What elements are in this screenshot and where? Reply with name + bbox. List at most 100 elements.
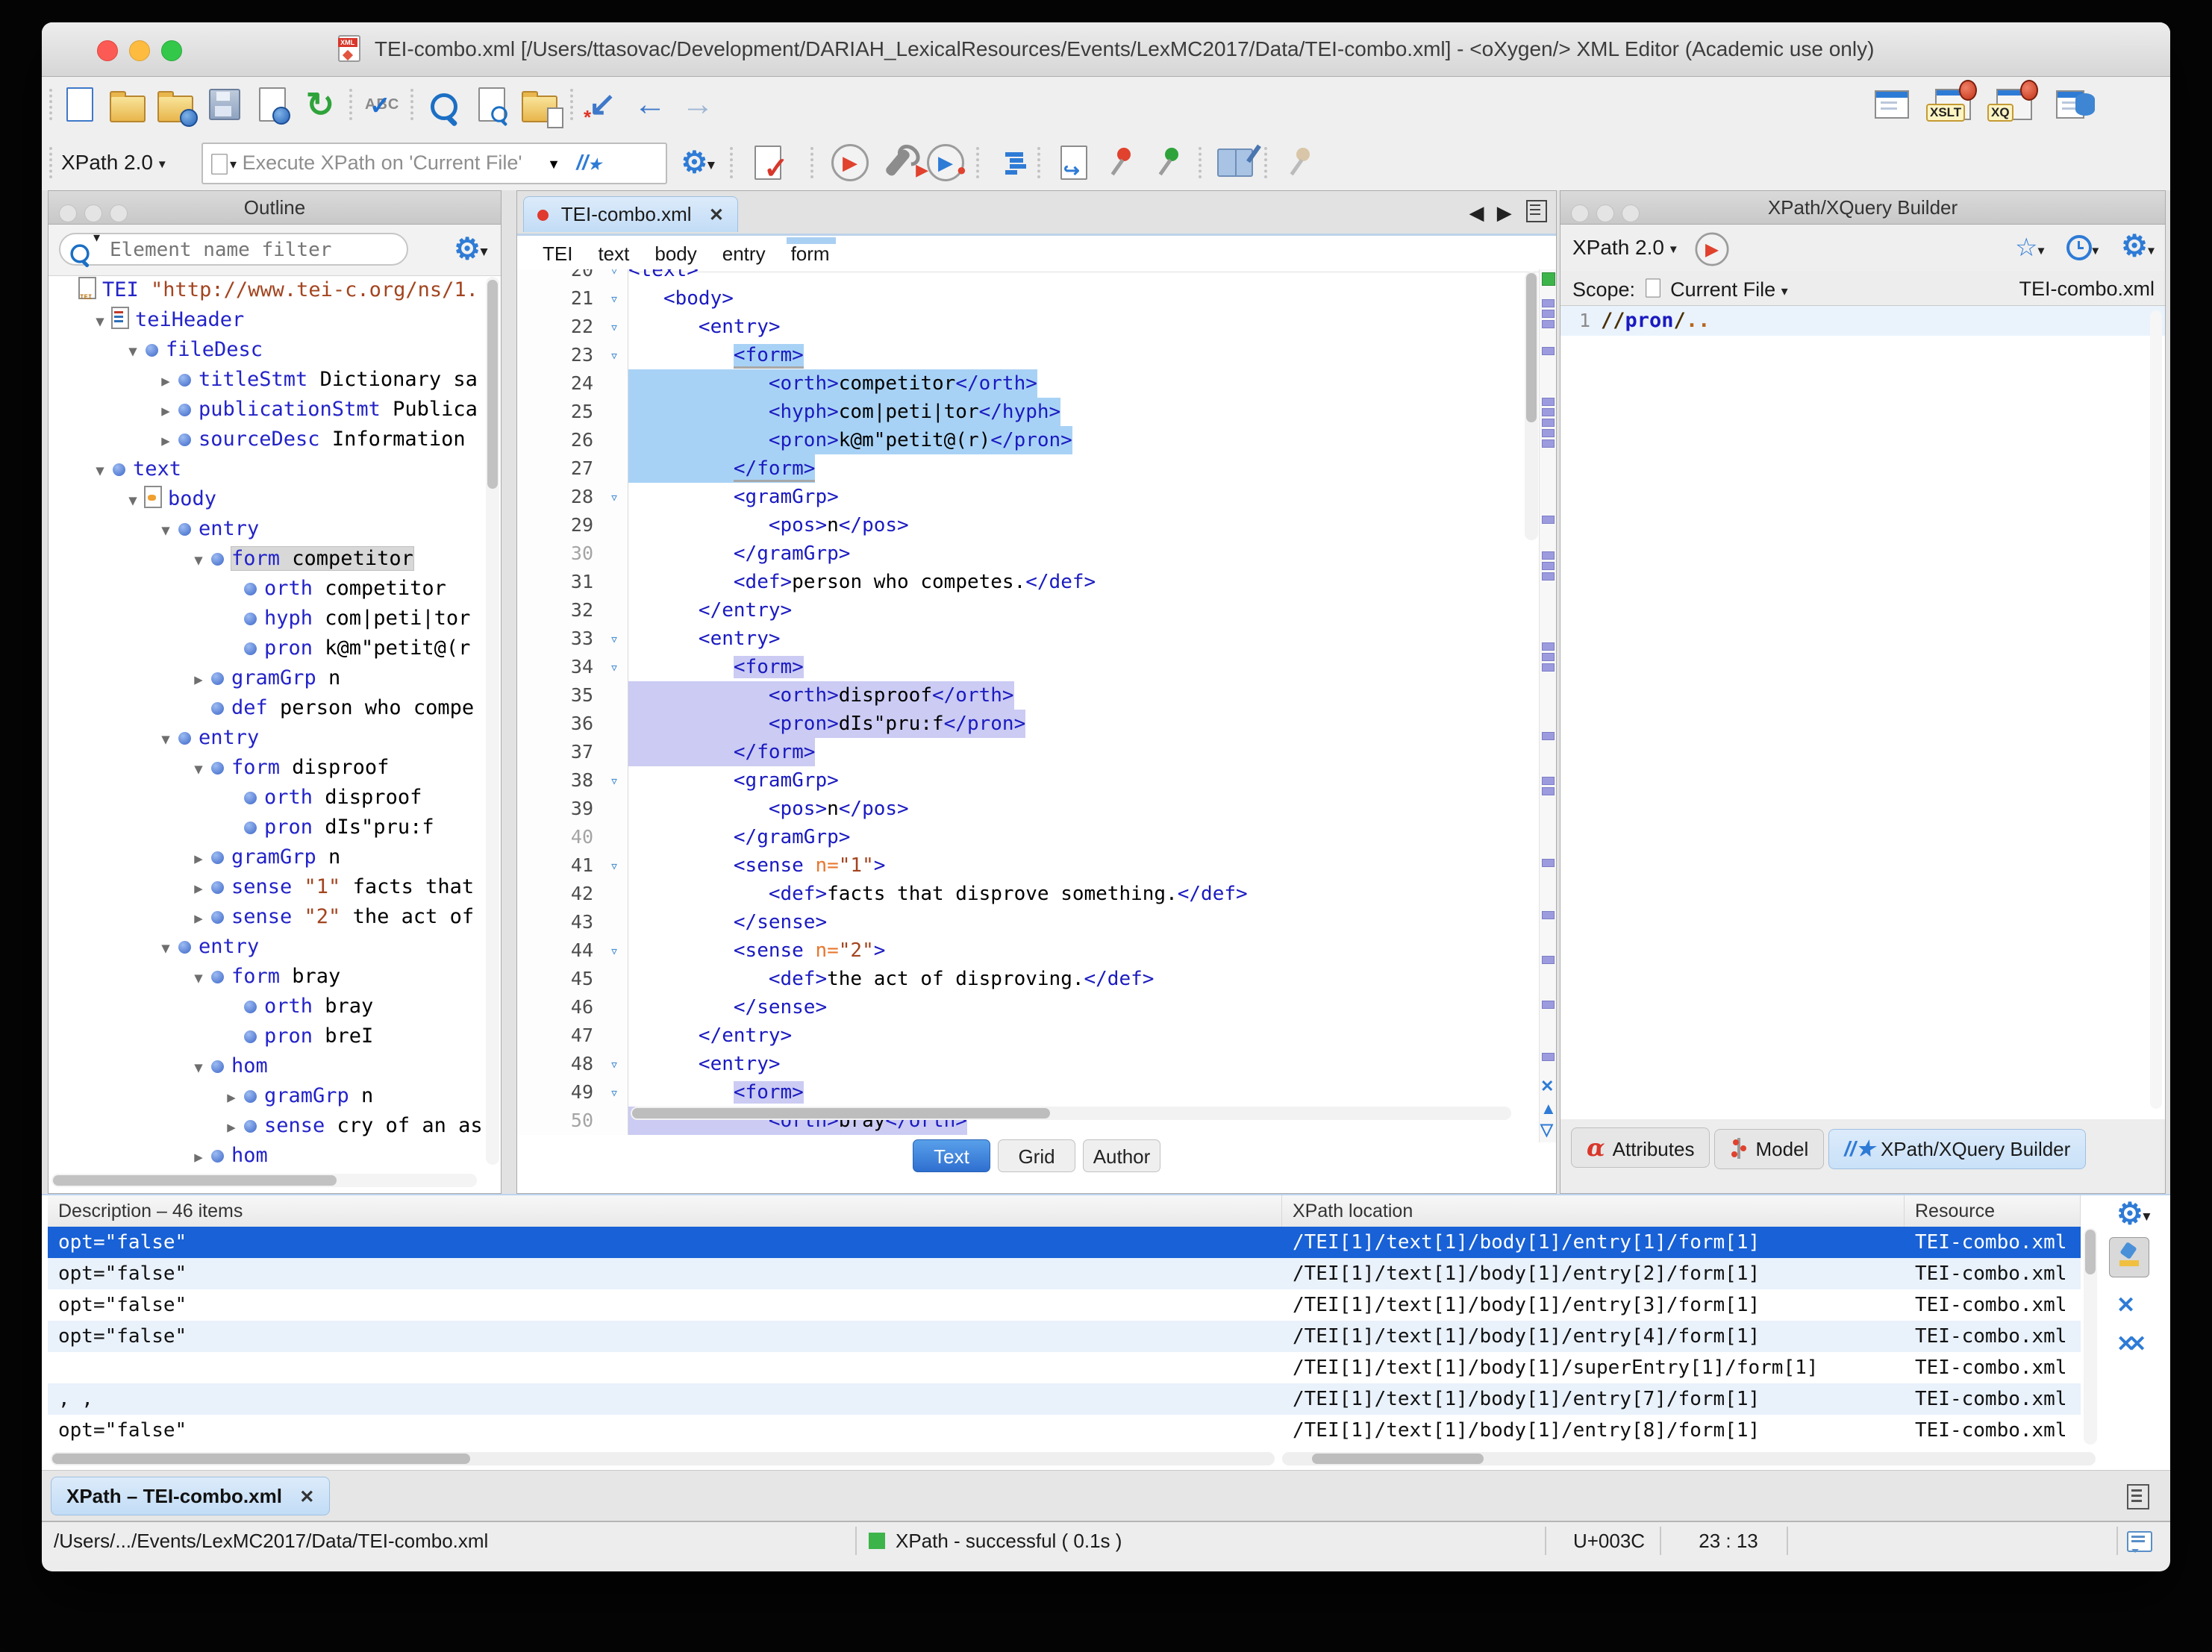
code-line-31[interactable]: 31 <def>person who competes.</def> [517, 568, 1526, 596]
outline-tree-item[interactable]: pron breI [49, 1021, 484, 1051]
code-line-49[interactable]: 49 ▿ <form> [517, 1078, 1526, 1107]
result-marker[interactable] [1542, 347, 1555, 355]
toolbar-grip[interactable] [1037, 147, 1040, 178]
xpath-results-tab[interactable]: XPath – TEI-combo.xml ✕ [51, 1477, 331, 1515]
toolbar-grip[interactable] [349, 89, 352, 120]
breadcrumb-item-TEI[interactable]: TEI [543, 236, 572, 272]
outline-horizontal-scrollbar[interactable] [51, 1174, 477, 1187]
outline-tree-item[interactable]: TEI "http://www.tei-c.org/ns/1. [49, 275, 484, 313]
code-line-27[interactable]: 27 </form> [517, 454, 1526, 483]
results-resource-header[interactable]: Resource [1905, 1195, 2081, 1227]
result-marker[interactable] [1542, 562, 1555, 570]
outline-tree-item[interactable]: ▼ entry [49, 723, 484, 753]
review-book-icon[interactable] [1215, 143, 1255, 183]
configure-transformation-button[interactable]: ▶ [878, 143, 928, 183]
result-marker[interactable] [1542, 911, 1555, 919]
code-line-40[interactable]: 40 </gramGrp> [517, 823, 1526, 851]
code-line-21[interactable]: 21 ▿ <body> [517, 284, 1526, 313]
code-line-25[interactable]: 25 <hyph>com|peti|tor</hyph> [517, 398, 1526, 426]
back-button[interactable]: ← [630, 84, 670, 125]
toolbar-grip[interactable] [976, 147, 979, 178]
breadcrumb-item-entry[interactable]: entry [722, 236, 766, 272]
mode-button-text[interactable]: Text [913, 1139, 990, 1172]
history-clock-icon[interactable] [2066, 235, 2093, 260]
result-row[interactable]: opt="false"/TEI[1]/text[1]/body[1]/entry… [48, 1258, 2081, 1289]
result-marker[interactable] [1542, 777, 1555, 785]
code-line-24[interactable]: 24 <orth>competitor</orth> [517, 369, 1526, 398]
new-document-button[interactable] [60, 84, 100, 125]
outline-settings-gear-icon[interactable]: ⚙▾ [454, 229, 487, 271]
code-line-43[interactable]: 43 </sense> [517, 908, 1526, 936]
outline-vertical-scrollbar[interactable] [486, 277, 499, 1165]
code-line-29[interactable]: 29 <pos>n</pos> [517, 511, 1526, 539]
outline-tree-item[interactable]: ▶ gramGrp n [49, 663, 484, 693]
outline-tree-item[interactable]: ▶ sense "1" facts that [49, 872, 484, 902]
reload-button[interactable]: ↻ [300, 84, 340, 125]
builder-settings-gear-icon[interactable]: ⚙ [2121, 230, 2148, 263]
comment-bubble-icon[interactable] [2127, 1531, 2152, 1553]
result-row[interactable]: opt="false"/TEI[1]/text[1]/body[1]/entry… [48, 1289, 2081, 1321]
find-replace-button[interactable] [424, 84, 464, 125]
outline-tree-item[interactable]: ▶ publicationStmt Publica [49, 395, 484, 425]
overview-ruler[interactable]: ✕ ▲ ▽ [1539, 269, 1557, 1142]
breadcrumb-item-text[interactable]: text [598, 236, 629, 272]
results-horizontal-scrollbar-left[interactable] [51, 1452, 1275, 1465]
toolbar-grip[interactable] [1199, 147, 1202, 178]
code-line-37[interactable]: 37 </form> [517, 738, 1526, 766]
outline-tree-item[interactable]: ▼ text [49, 454, 484, 484]
spell-check-button[interactable]: ABC ✓ [361, 84, 402, 125]
debug-xslt-button[interactable]: XSLT [1926, 79, 1977, 125]
result-marker[interactable] [1542, 516, 1555, 524]
code-line-22[interactable]: 22 ▿ <entry> [517, 313, 1526, 341]
outline-tree-item[interactable]: ▶ hom [49, 1141, 484, 1163]
code-line-36[interactable]: 36 <pron>dIs"pru:f</pron> [517, 710, 1526, 738]
toolbar-grip[interactable] [570, 89, 573, 120]
execute-xpath-play-icon[interactable]: ▶ [1695, 232, 1729, 266]
validate-button[interactable]: ✓▼ [748, 143, 789, 210]
result-marker[interactable] [1542, 859, 1555, 867]
editor-vertical-scrollbar[interactable] [1525, 272, 1538, 540]
remove-all-results-icon[interactable]: ✕✕ [2116, 1331, 2146, 1357]
code-line-28[interactable]: 28 ▿ <gramGrp> [517, 483, 1526, 511]
outline-tree-item[interactable]: ▶ sense cry of an as [49, 1111, 484, 1141]
next-mark-icon[interactable]: ▽ [1540, 1120, 1553, 1139]
scroll-tabs-right-icon[interactable]: ▶ [1497, 201, 1512, 224]
pin-red-icon[interactable] [1102, 143, 1142, 183]
code-line-23[interactable]: 23 ▿ <form> [517, 341, 1526, 369]
mode-button-grid[interactable]: Grid [998, 1139, 1075, 1172]
result-marker[interactable] [1542, 310, 1555, 318]
outline-tree-item[interactable]: ▼ form competitor [49, 544, 484, 574]
pin-green-icon[interactable] [1149, 143, 1190, 183]
editor-horizontal-scrollbar[interactable] [631, 1107, 1511, 1120]
toolbar-grip[interactable] [810, 147, 813, 178]
outline-tree-item[interactable]: ▶ gramGrp n [49, 1081, 484, 1111]
highlight-results-button[interactable] [2109, 1237, 2149, 1277]
indent-icon[interactable] [991, 143, 1031, 183]
result-marker[interactable] [1542, 398, 1555, 406]
result-marker[interactable] [1542, 439, 1555, 448]
builder-panel-header[interactable]: XPath/XQuery Builder [1560, 191, 2165, 225]
code-line-34[interactable]: 34 ▿ <form> [517, 653, 1526, 681]
result-marker[interactable] [1542, 551, 1555, 560]
apply-transformation-button[interactable]: ▶ [830, 143, 870, 183]
builder-version-select[interactable]: XPath 2.0 ▾ ▶ [1572, 225, 1731, 272]
result-row[interactable]: opt="false"/TEI[1]/text[1]/body[1]/entry… [48, 1227, 2081, 1258]
toolbar-grip[interactable] [49, 89, 52, 120]
outline-tree-item[interactable]: ▼ form bray [49, 962, 484, 992]
outline-tree-item[interactable]: ▼ body [49, 484, 484, 514]
code-line-47[interactable]: 47 </entry> [517, 1021, 1526, 1050]
result-marker[interactable] [1542, 732, 1555, 740]
mode-button-author[interactable]: Author [1083, 1139, 1160, 1172]
result-marker[interactable] [1542, 408, 1555, 416]
result-marker[interactable] [1542, 787, 1555, 795]
outline-tree-item[interactable]: orth disproof [49, 783, 484, 813]
scroll-tabs-left-icon[interactable]: ◀ [1469, 201, 1484, 224]
outline-tree-item[interactable]: def person who compe [49, 693, 484, 723]
builder-tab-model[interactable]: Model [1714, 1129, 1825, 1169]
result-marker[interactable] [1542, 663, 1555, 672]
forward-button[interactable]: → [678, 84, 718, 125]
outline-tree-item[interactable]: ▶ sense "2" the act of [49, 902, 484, 932]
favorites-star-icon[interactable]: ☆ [2015, 234, 2037, 262]
debug-transformation-button[interactable]: ▶ ● [925, 143, 966, 183]
element-filter-box[interactable]: ▾ [59, 230, 408, 266]
